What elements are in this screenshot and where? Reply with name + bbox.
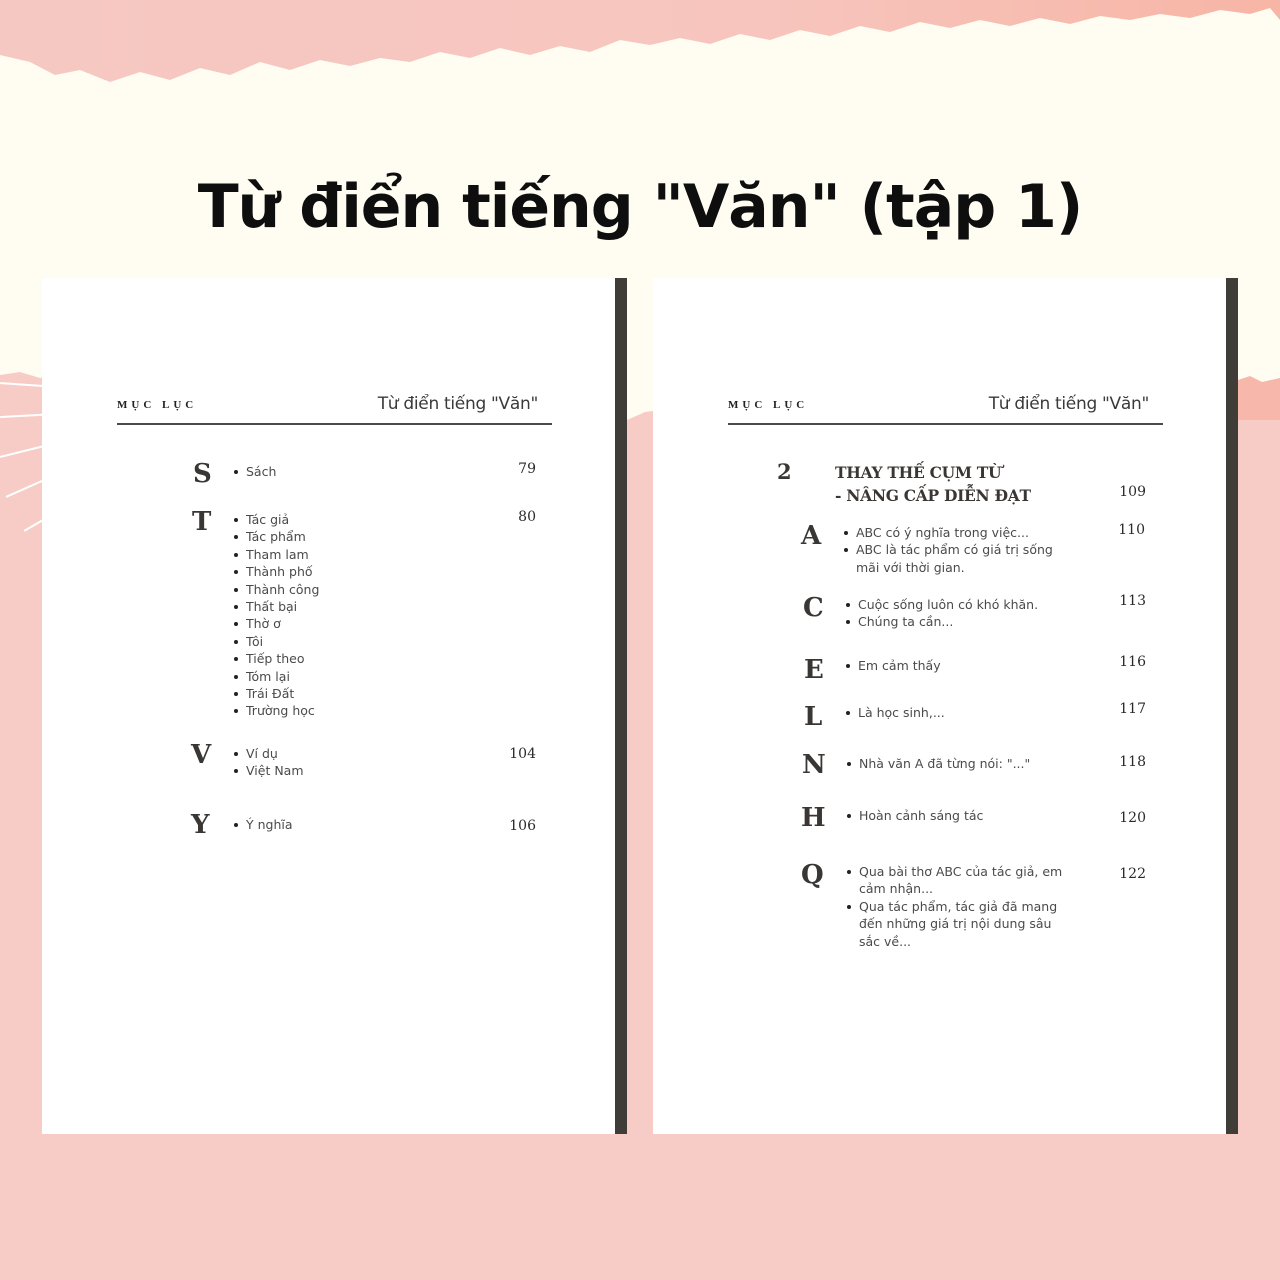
- list-item: Ví dụ: [233, 745, 304, 762]
- list-item: Tác giả: [233, 511, 319, 528]
- toc-page-left: MỤC LỤC Từ điển tiếng "Văn" S Sách 79 T …: [42, 278, 615, 1134]
- entry-items: Tác giả Tác phẩm Tham lam Thành phố Thàn…: [233, 511, 319, 720]
- entry-letter: E: [804, 655, 824, 685]
- entry-items: Ví dụ Việt Nam: [233, 745, 304, 780]
- book-spine-right: [1226, 278, 1238, 1134]
- entry-page-number: 110: [1118, 522, 1145, 538]
- list-item: Ý nghĩa: [233, 816, 293, 833]
- list-item: Cuộc sống luôn có khó khăn.: [845, 596, 1075, 613]
- toc-page-right: MỤC LỤC Từ điển tiếng "Văn" 2 THAY THẾ C…: [653, 278, 1226, 1134]
- entry-items: Nhà văn A đã từng nói: "...": [846, 755, 1076, 772]
- list-item: ABC có ý nghĩa trong việc...: [843, 524, 1073, 541]
- header-muc-luc: MỤC LỤC: [728, 399, 809, 411]
- section-title-line1: THAY THẾ CỤM TỪ: [835, 463, 1002, 482]
- header-book-title: Từ điển tiếng "Văn": [377, 394, 539, 414]
- list-item: Thờ ơ: [233, 615, 319, 632]
- list-item: Hoàn cảnh sáng tác: [846, 807, 1076, 824]
- entry-items: Hoàn cảnh sáng tác: [846, 807, 1076, 824]
- entry-page-number: 120: [1119, 810, 1146, 826]
- entry-page-number: 117: [1119, 701, 1146, 717]
- entry-items: Cuộc sống luôn có khó khăn. Chúng ta cần…: [845, 596, 1075, 631]
- entry-page-number: 118: [1119, 754, 1146, 770]
- entry-letter: N: [802, 750, 826, 780]
- list-item: Việt Nam: [233, 762, 304, 779]
- entry-items: Qua bài thơ ABC của tác giả, em cảm nhận…: [846, 863, 1071, 950]
- book-spine-left: [615, 278, 627, 1134]
- list-item: Tác phẩm: [233, 528, 319, 545]
- entry-letter: H: [801, 803, 826, 833]
- header-rule: [728, 423, 1163, 425]
- list-item: Tóm lại: [233, 668, 319, 685]
- header-muc-luc: MỤC LỤC: [117, 399, 198, 411]
- header-book-title: Từ điển tiếng "Văn": [988, 394, 1150, 414]
- entry-page-number: 122: [1119, 866, 1146, 882]
- entry-items: Ý nghĩa: [233, 816, 293, 833]
- list-item: Em cảm thấy: [845, 657, 1075, 674]
- entry-letter: L: [804, 702, 823, 732]
- list-item: Là học sinh,...: [845, 704, 1075, 721]
- entry-page-number: 104: [509, 746, 536, 762]
- section-title-line2: - NÂNG CẤP DIỄN ĐẠT: [835, 486, 1031, 505]
- list-item: Sách: [233, 463, 276, 480]
- entry-letter: Y: [191, 810, 210, 840]
- entry-items: Em cảm thấy: [845, 657, 1075, 674]
- list-item: Thành phố: [233, 563, 319, 580]
- list-item: Qua bài thơ ABC của tác giả, em cảm nhận…: [846, 863, 1071, 898]
- entry-page-number: 106: [509, 818, 536, 834]
- list-item: Qua tác phẩm, tác giả đã mang đến những …: [846, 898, 1071, 950]
- entry-items: Là học sinh,...: [845, 704, 1075, 721]
- entry-items: Sách: [233, 463, 276, 480]
- entry-letter: T: [192, 507, 212, 537]
- list-item: Tham lam: [233, 546, 319, 563]
- entry-letter: A: [801, 521, 822, 551]
- entry-page-number: 113: [1119, 593, 1146, 609]
- section-title: THAY THẾ CỤM TỪ - NÂNG CẤP DIỄN ĐẠT: [835, 461, 1031, 507]
- section-number: 2: [777, 459, 792, 484]
- section-page-number: 109: [1119, 484, 1146, 500]
- main-title: Từ điển tiếng "Văn" (tập 1): [197, 172, 1083, 242]
- list-item: Thất bại: [233, 598, 319, 615]
- entry-letter: V: [191, 740, 212, 770]
- entry-page-number: 79: [518, 461, 536, 477]
- list-item: ABC là tác phẩm có giá trị sống mãi với …: [843, 541, 1073, 576]
- entry-letter: S: [193, 459, 212, 489]
- list-item: Chúng ta cần...: [845, 613, 1075, 630]
- list-item: Nhà văn A đã từng nói: "...": [846, 755, 1076, 772]
- entry-letter: C: [803, 593, 824, 623]
- list-item: Thành công: [233, 581, 319, 598]
- entry-letter: Q: [801, 860, 824, 890]
- entry-page-number: 116: [1119, 654, 1146, 670]
- entry-items: ABC có ý nghĩa trong việc... ABC là tác …: [843, 524, 1073, 576]
- list-item: Tôi: [233, 633, 319, 650]
- header-rule: [117, 423, 552, 425]
- list-item: Trái Đất: [233, 685, 319, 702]
- list-item: Tiếp theo: [233, 650, 319, 667]
- entry-page-number: 80: [518, 509, 536, 525]
- list-item: Trường học: [233, 702, 319, 719]
